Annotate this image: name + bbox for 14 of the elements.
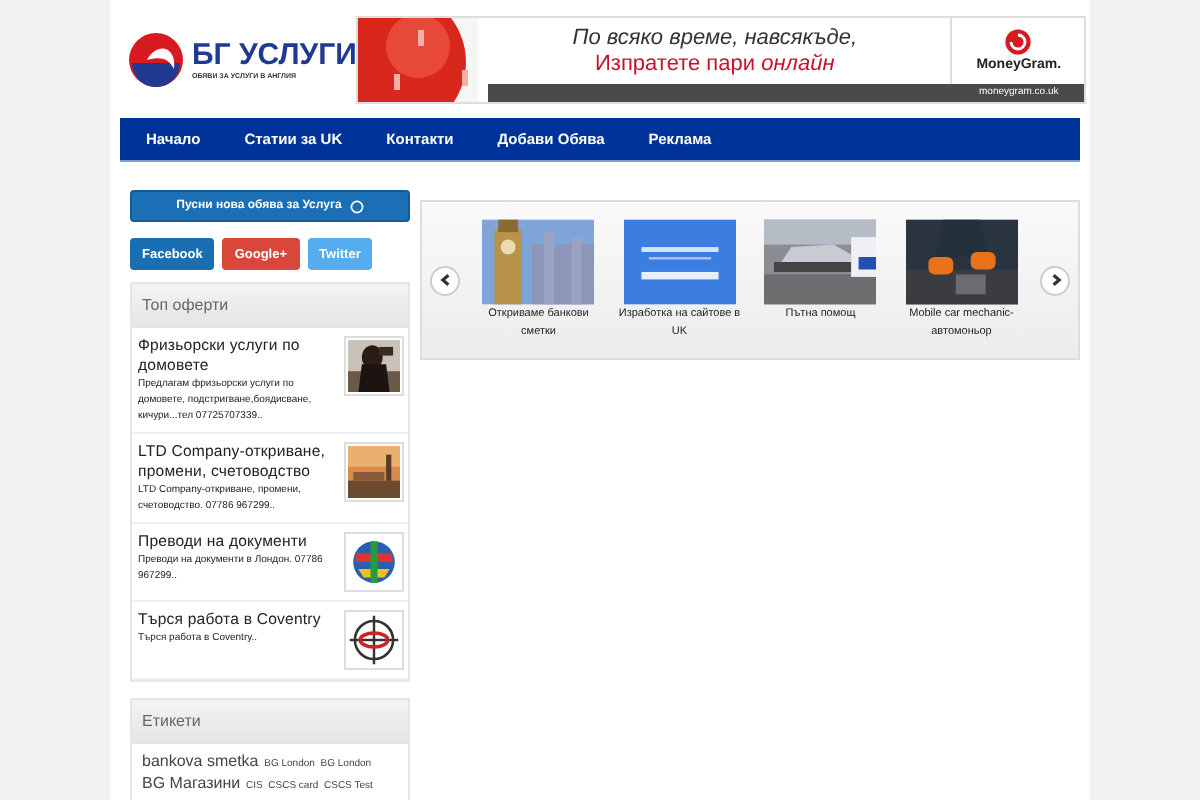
banner-headline: По всяко време, навсякъде, <box>572 25 858 51</box>
circle-icon <box>349 199 364 213</box>
logo-title: БГ УСЛУГИ <box>192 38 357 72</box>
tag-link[interactable]: bankova smetka <box>142 752 259 770</box>
banner-slogan: Изпратете пари онлайн <box>595 51 835 77</box>
panel-title: Топ оферти <box>132 284 408 328</box>
chevron-right-icon <box>1047 272 1063 288</box>
logo-icon <box>126 29 186 89</box>
tag-link[interactable]: BG Магазини <box>142 774 241 792</box>
prev-button[interactable] <box>430 265 460 295</box>
panel-title: Етикети <box>132 700 408 744</box>
chevron-left-icon <box>437 272 453 288</box>
next-button[interactable] <box>1040 265 1070 295</box>
brand-icon <box>1004 28 1033 56</box>
